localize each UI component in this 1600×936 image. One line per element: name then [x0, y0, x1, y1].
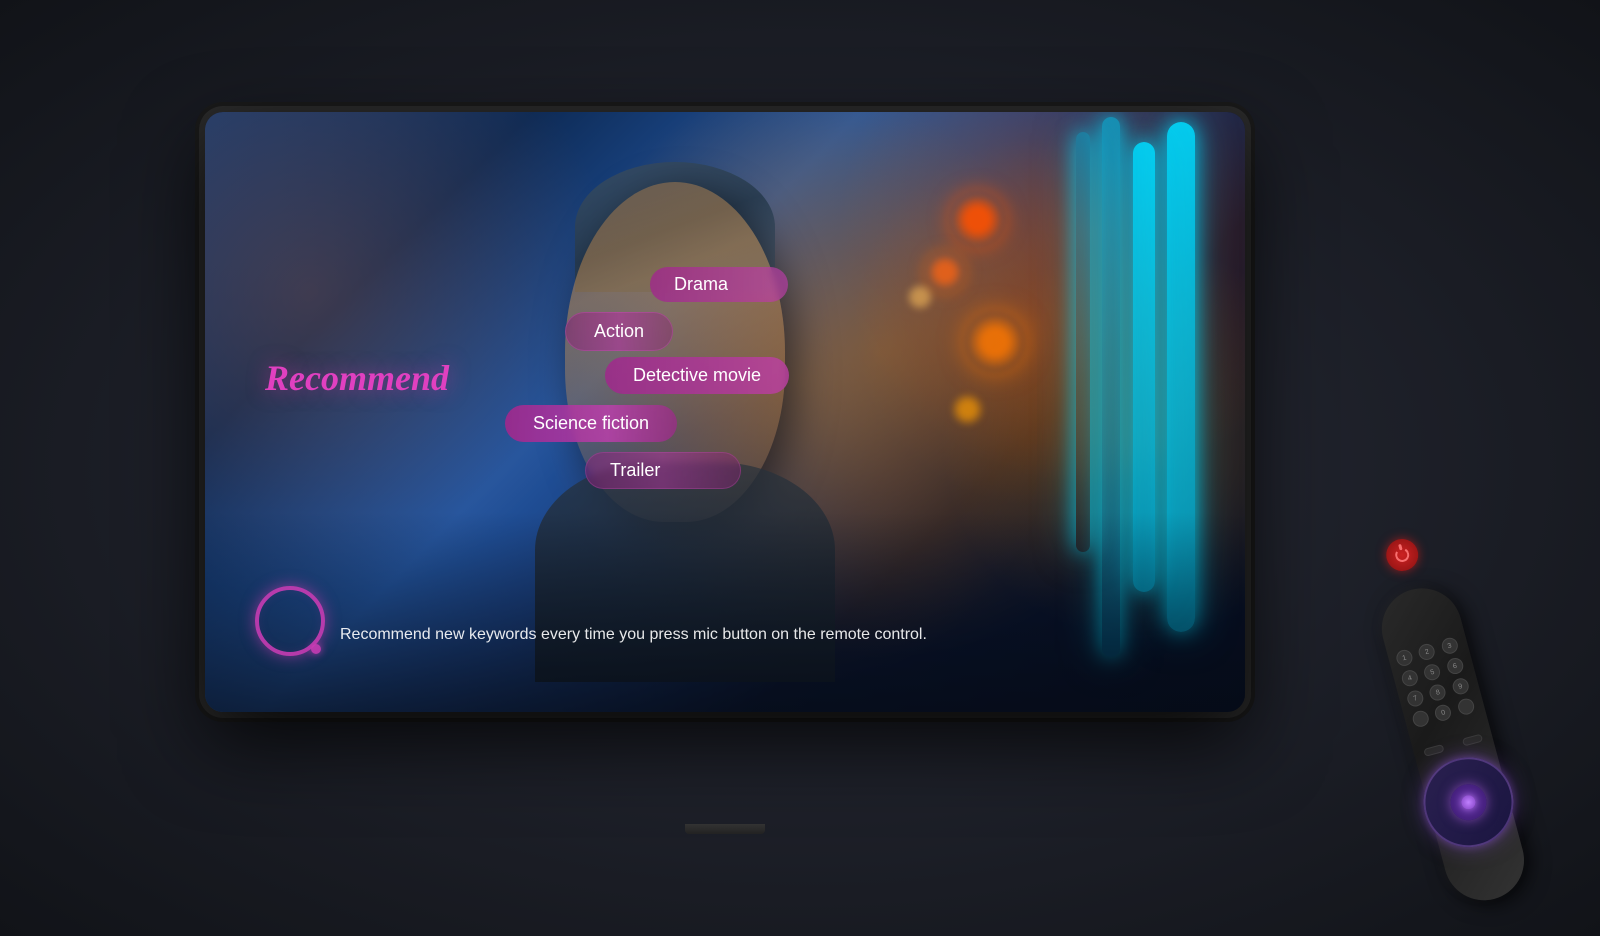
btn-2[interactable]: 2 — [1417, 642, 1437, 662]
screen-ui: Recommend Drama Action Detective movie S… — [205, 112, 1245, 712]
remote-btn-left[interactable] — [1423, 744, 1444, 757]
remote-power-button[interactable] — [1383, 535, 1422, 574]
tv-screen: Recommend Drama Action Detective movie S… — [205, 112, 1245, 712]
recommend-label: Recommend — [265, 357, 449, 399]
btn-3[interactable]: 3 — [1440, 636, 1460, 656]
btn-7[interactable]: 7 — [1406, 689, 1426, 709]
btn-5[interactable]: 5 — [1423, 662, 1443, 682]
scene-wrapper: Recommend Drama Action Detective movie S… — [0, 0, 1600, 936]
remote-dpad[interactable] — [1413, 747, 1523, 857]
power-icon — [1394, 546, 1411, 563]
btn-8[interactable]: 8 — [1428, 683, 1448, 703]
btn-star[interactable] — [1411, 709, 1431, 729]
btn-0[interactable]: 0 — [1433, 703, 1453, 723]
voice-hint-text: Recommend new keywords every time you pr… — [340, 626, 1185, 644]
tv-frame: Recommend Drama Action Detective movie S… — [205, 112, 1245, 712]
btn-4[interactable]: 4 — [1400, 668, 1420, 688]
btn-hash[interactable] — [1456, 697, 1476, 717]
btn-9[interactable]: 9 — [1451, 677, 1471, 697]
voice-assistant-icon[interactable] — [255, 586, 325, 656]
remote-body: 1 2 3 4 5 6 7 8 9 0 — [1373, 579, 1533, 909]
dpad-center-dot — [1460, 794, 1477, 811]
remote-number-grid: 1 2 3 4 5 6 7 8 9 0 — [1395, 635, 1478, 728]
remote-control: 1 2 3 4 5 6 7 8 9 0 — [1289, 467, 1591, 924]
keyword-bubble-scifi[interactable]: Science fiction — [505, 405, 677, 442]
btn-1[interactable]: 1 — [1395, 648, 1415, 668]
keyword-bubble-detective[interactable]: Detective movie — [605, 357, 789, 394]
keyword-bubble-drama[interactable]: Drama — [650, 267, 788, 302]
remote-btn-right[interactable] — [1462, 734, 1483, 747]
voice-dot — [311, 644, 321, 654]
btn-6[interactable]: 6 — [1445, 656, 1465, 676]
keyword-bubble-trailer[interactable]: Trailer — [585, 452, 741, 489]
keyword-bubble-action[interactable]: Action — [565, 312, 673, 351]
tv-base — [685, 824, 765, 834]
